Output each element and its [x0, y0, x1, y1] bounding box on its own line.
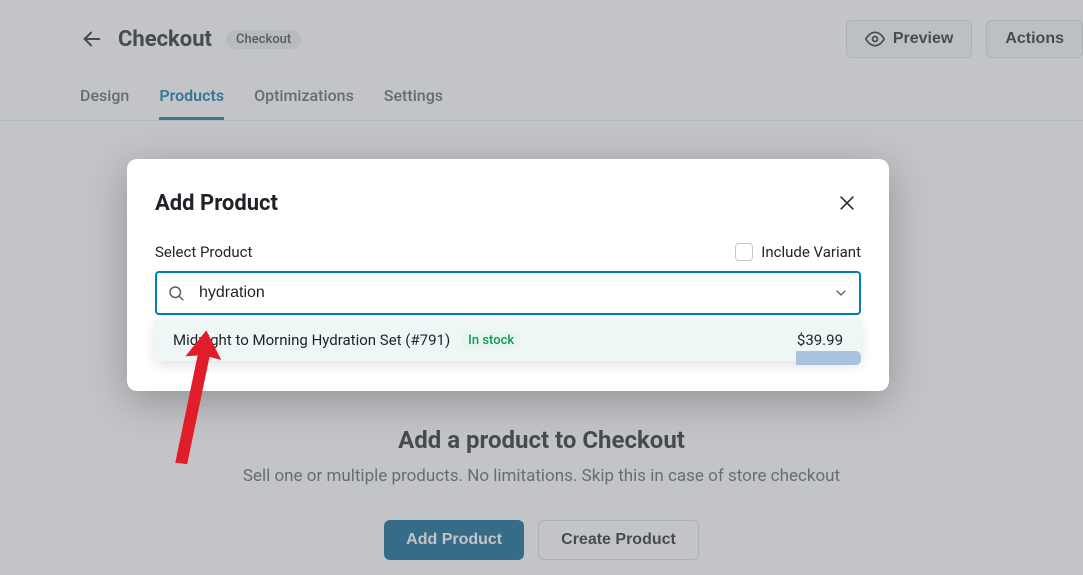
include-variant-wrap[interactable]: Include Variant [735, 243, 861, 261]
product-dropdown: Midnight to Morning Hydration Set (#791)… [155, 319, 861, 361]
chevron-down-icon[interactable] [833, 285, 849, 301]
product-search-input[interactable] [155, 271, 861, 315]
modal-header: Add Product [155, 189, 861, 217]
close-icon [837, 193, 857, 213]
select-product-label: Select Product [155, 243, 252, 261]
stock-badge: In stock [462, 332, 520, 349]
hidden-button-fragment [796, 351, 861, 365]
product-option-name: Midnight to Morning Hydration Set (#791) [173, 331, 450, 349]
modal-title: Add Product [155, 191, 278, 216]
close-button[interactable] [833, 189, 861, 217]
select-product-row: Select Product Include Variant [155, 243, 861, 261]
include-variant-label: Include Variant [761, 243, 861, 261]
product-option[interactable]: Midnight to Morning Hydration Set (#791)… [155, 319, 861, 361]
add-product-modal: Add Product Select Product Include Varia… [127, 159, 889, 391]
product-option-price: $39.99 [797, 331, 843, 349]
search-icon [167, 284, 185, 302]
product-option-left: Midnight to Morning Hydration Set (#791)… [173, 331, 520, 349]
product-search-wrap [155, 271, 861, 315]
include-variant-checkbox[interactable] [735, 243, 753, 261]
